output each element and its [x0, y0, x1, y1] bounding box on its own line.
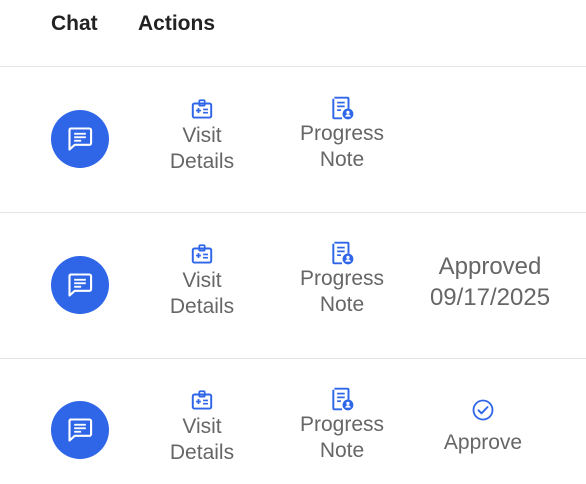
- chat-button[interactable]: [51, 401, 109, 459]
- visit-details-label-line1: Visit: [182, 124, 222, 147]
- check-circle-icon: [472, 399, 494, 421]
- note-person-icon: [332, 96, 354, 120]
- visit-details-label-line1: Visit: [182, 269, 222, 292]
- progress-note-label-line1: Progress: [299, 267, 385, 290]
- note-person-icon: [332, 241, 354, 265]
- progress-note-button[interactable]: Progress Note: [287, 386, 397, 464]
- chat-bubble-icon: [68, 127, 93, 151]
- approve-label: Approve: [443, 431, 523, 454]
- id-badge-medical-icon: [191, 390, 213, 410]
- table-row: Visit Details Progress Note Approved 09/…: [0, 213, 586, 359]
- visit-details-label-line2: Details: [169, 295, 235, 318]
- table-header: Chat Actions: [0, 0, 586, 67]
- chat-button[interactable]: [51, 110, 109, 168]
- id-badge-medical-icon: [191, 99, 213, 119]
- visit-details-button[interactable]: Visit Details: [152, 388, 252, 466]
- column-header-chat: Chat: [51, 12, 98, 35]
- progress-note-label-line2: Note: [319, 148, 365, 171]
- visit-details-label-line1: Visit: [182, 415, 222, 438]
- visit-details-button[interactable]: Visit Details: [152, 97, 252, 175]
- column-header-actions: Actions: [138, 12, 216, 35]
- progress-note-label-line1: Progress: [299, 413, 385, 436]
- visit-details-label-line2: Details: [169, 150, 235, 173]
- progress-note-label-line1: Progress: [299, 122, 385, 145]
- visits-table: Chat Actions Visit Details Progress Note…: [0, 0, 586, 484]
- progress-note-button[interactable]: Progress Note: [287, 95, 397, 173]
- note-person-icon: [332, 387, 354, 411]
- approval-date: 09/17/2025: [429, 284, 551, 311]
- chat-bubble-icon: [68, 273, 93, 297]
- visit-details-label-line2: Details: [169, 441, 235, 464]
- chat-bubble-icon: [68, 418, 93, 442]
- visit-details-button[interactable]: Visit Details: [152, 242, 252, 320]
- table-row: Visit Details Progress Note Approve: [0, 359, 586, 484]
- approve-button[interactable]: Approve: [428, 398, 538, 456]
- progress-note-button[interactable]: Progress Note: [287, 240, 397, 318]
- approval-status: Approved 09/17/2025: [410, 251, 570, 313]
- progress-note-label-line2: Note: [319, 293, 365, 316]
- table-row: Visit Details Progress Note: [0, 67, 586, 213]
- chat-button[interactable]: [51, 256, 109, 314]
- id-badge-medical-icon: [191, 244, 213, 264]
- approval-status-text: Approved: [438, 253, 542, 280]
- progress-note-label-line2: Note: [319, 439, 365, 462]
